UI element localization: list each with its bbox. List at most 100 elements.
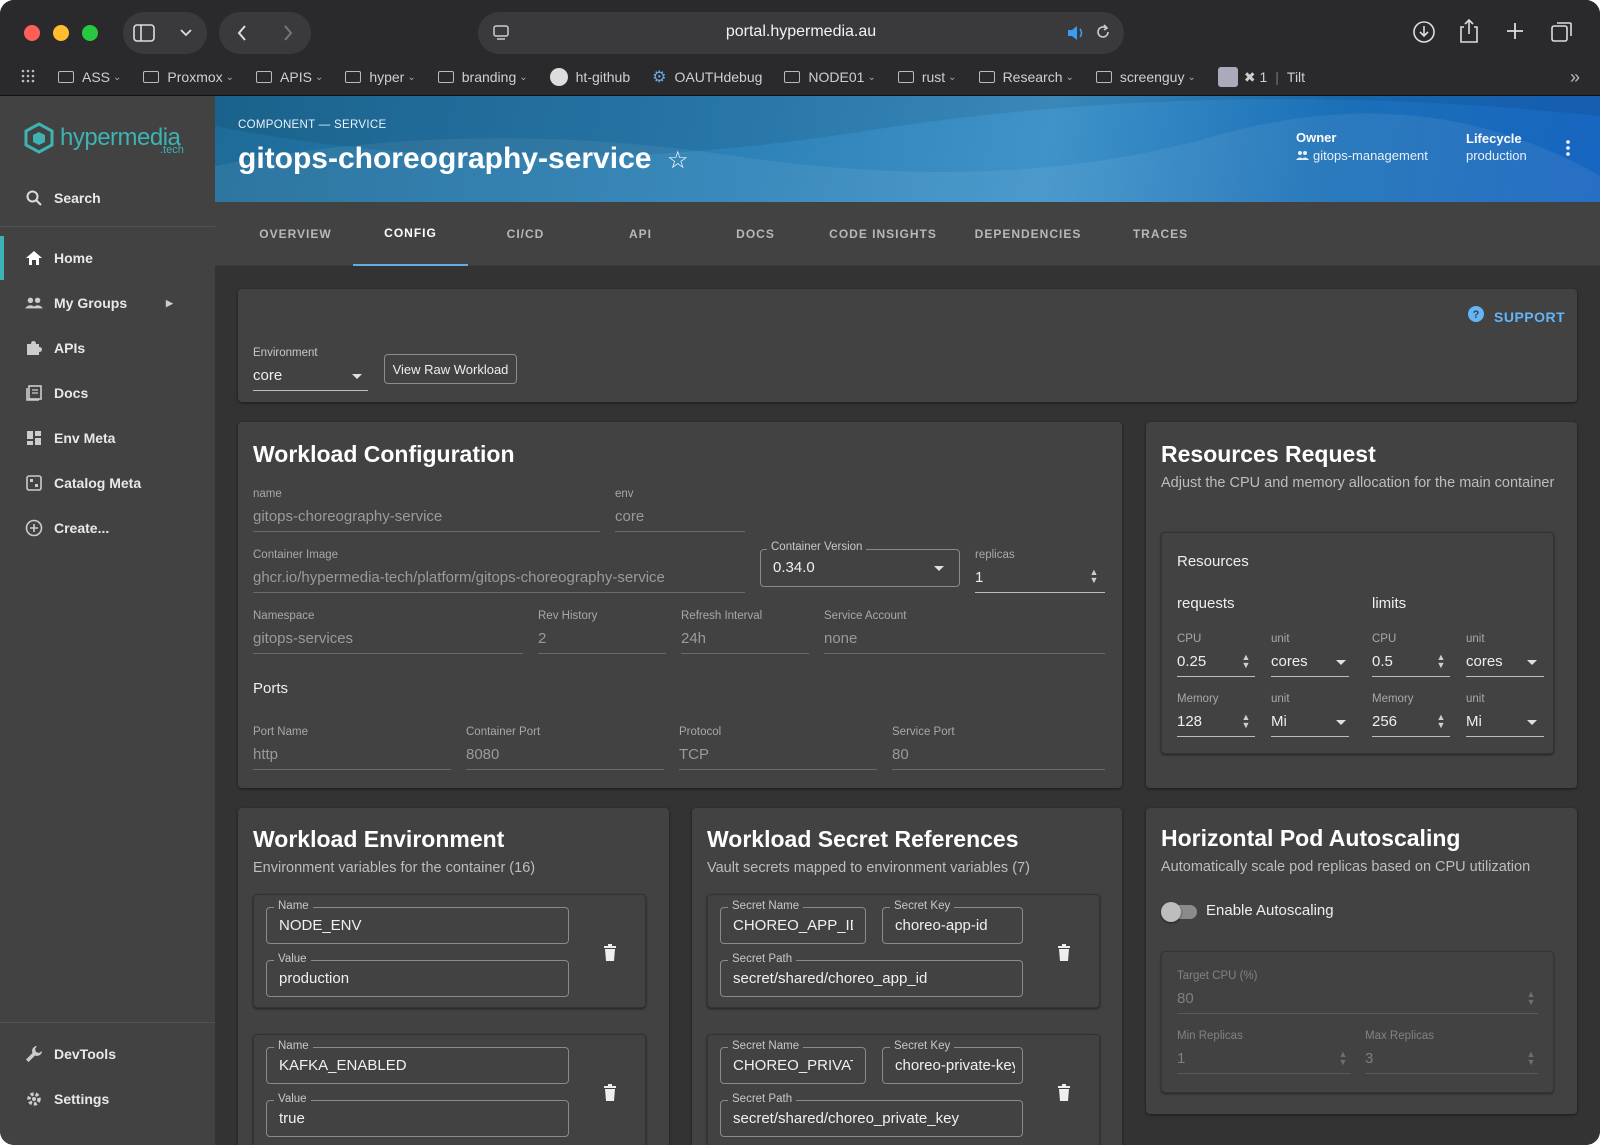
bookmark-oauthdebug[interactable]: ⚙ OAUTHdebug (652, 67, 762, 87)
logo[interactable]: hypermedia .tech (24, 122, 184, 156)
refresh-interval-field[interactable]: 24h (681, 630, 706, 647)
sidebar-item-devtools[interactable]: DevTools (0, 1032, 215, 1076)
stepper-icon[interactable]: ▲ ▼ (1089, 568, 1099, 585)
env-field[interactable]: core (615, 508, 644, 525)
protocol-field[interactable]: TCP (679, 746, 709, 763)
bookmark-screenguy[interactable]: screenguy ⌄ (1095, 69, 1196, 85)
tab-overview-icon[interactable] (1550, 20, 1574, 49)
bookmark-ass[interactable]: ASS ⌄ (58, 69, 121, 85)
bookmark-ht-github[interactable]: ht-github (549, 68, 630, 86)
bookmark-hyper[interactable]: hyper ⌄ (345, 69, 416, 85)
minimize-window-button[interactable] (53, 25, 69, 41)
delete-icon[interactable] (603, 944, 617, 962)
sidebar-item-create[interactable]: Create... (0, 506, 215, 550)
sidebar-item-my-groups[interactable]: My Groups ▶ (0, 281, 215, 325)
container-port-label: Container Port (466, 726, 541, 738)
bookmark-research[interactable]: Research ⌄ (978, 69, 1074, 85)
tab-api[interactable]: API (583, 202, 698, 266)
speaker-icon[interactable] (1066, 24, 1086, 47)
service-account-field[interactable]: none (824, 630, 857, 647)
more-vert-icon[interactable] (1565, 139, 1571, 162)
close-window-button[interactable] (24, 25, 40, 41)
limit-cpu-field[interactable]: 0.5 (1372, 653, 1393, 670)
sidebar-search-label: Search (54, 190, 101, 206)
env-value-field[interactable] (266, 1100, 569, 1137)
star-icon[interactable]: ☆ (667, 146, 689, 175)
apps-grid-icon[interactable] (20, 68, 36, 87)
zoom-window-button[interactable] (82, 25, 98, 41)
service-port-field[interactable]: 80 (892, 746, 909, 763)
port-name-field[interactable]: http (253, 746, 278, 763)
tilt-bookmark-icon[interactable] (1217, 67, 1238, 87)
bookmark-proxmox[interactable]: Proxmox ⌄ (143, 69, 234, 85)
sidebar-item-env-meta[interactable]: Env Meta (0, 416, 215, 460)
field-underline (253, 531, 600, 532)
new-tab-icon[interactable] (1505, 21, 1525, 46)
back-icon[interactable] (224, 15, 260, 51)
rev-history-field[interactable]: 2 (538, 630, 546, 647)
tab-docs[interactable]: DOCS (698, 202, 813, 266)
stepper-icon[interactable]: ▲ ▼ (1436, 713, 1446, 730)
autoscaling-toggle[interactable] (1161, 902, 1197, 922)
field-underline (892, 769, 1105, 770)
limit-memory-unit-select[interactable]: Mi (1466, 713, 1482, 730)
tab-traces[interactable]: TRACES (1103, 202, 1218, 266)
stepper-icon[interactable]: ▲ ▼ (1436, 653, 1446, 670)
tab-config[interactable]: CONFIG (353, 202, 468, 266)
arrow-drop-down-icon (934, 566, 944, 571)
limit-cpu-unit-select[interactable]: cores (1466, 653, 1503, 670)
stepper-icon[interactable]: ▲ ▼ (1241, 653, 1251, 670)
tab-overview[interactable]: OVERVIEW (238, 202, 353, 266)
sidebar-item-settings[interactable]: Settings (0, 1077, 215, 1121)
stepper-icon[interactable]: ▲ ▼ (1526, 990, 1536, 1007)
limit-memory-field[interactable]: 256 (1372, 713, 1397, 730)
namespace-field[interactable]: gitops-services (253, 630, 353, 647)
tab-code-insights[interactable]: CODE INSIGHTS (813, 202, 953, 266)
name-field[interactable]: gitops-choreography-service (253, 508, 442, 525)
bookmark-node01[interactable]: NODE01 ⌄ (784, 69, 876, 85)
target-cpu-field[interactable]: 80 (1177, 990, 1194, 1007)
share-icon[interactable] (1458, 18, 1480, 49)
more-bookmarks-icon[interactable]: » (1570, 67, 1580, 88)
replicas-label: replicas (975, 549, 1015, 561)
bookmark-rust[interactable]: rust ⌄ (897, 69, 957, 85)
view-raw-workload-button[interactable]: View Raw Workload (384, 354, 517, 384)
chevron-down-icon: ⌄ (314, 71, 324, 83)
max-replicas-field[interactable]: 3 (1365, 1050, 1373, 1067)
rev-history-label: Rev History (538, 610, 598, 622)
delete-icon[interactable] (603, 1084, 617, 1102)
bookmark-branding[interactable]: branding ⌄ (437, 69, 528, 85)
delete-icon[interactable] (1057, 1084, 1071, 1102)
request-cpu-field[interactable]: 0.25 (1177, 653, 1206, 670)
sidebar-item-home[interactable]: Home (0, 236, 215, 280)
downloads-icon[interactable] (1412, 20, 1436, 49)
sidebar-item-apis[interactable]: APIs (0, 326, 215, 370)
request-memory-unit-select[interactable]: Mi (1271, 713, 1287, 730)
replicas-field[interactable]: 1 (975, 569, 983, 586)
request-memory-field[interactable]: 128 (1177, 713, 1202, 730)
sidebar-search[interactable]: Search (0, 176, 215, 220)
bookmark-apis[interactable]: APIS ⌄ (256, 69, 323, 85)
delete-icon[interactable] (1057, 944, 1071, 962)
stepper-icon[interactable]: ▲ ▼ (1338, 1050, 1348, 1067)
reload-icon[interactable] (1094, 23, 1112, 46)
sidebar-item-docs[interactable]: Docs (0, 371, 215, 415)
chevron-down-icon[interactable] (168, 15, 204, 51)
bookmark-tilt[interactable]: Tilt (1287, 69, 1305, 85)
tab-dependencies[interactable]: DEPENDENCIES (953, 202, 1103, 266)
address-bar[interactable]: portal.hypermedia.au (478, 12, 1124, 54)
bookmark-separator: | (1275, 69, 1279, 85)
owner-value-link[interactable]: gitops-management (1296, 148, 1428, 163)
tab-cicd[interactable]: CI/CD (468, 202, 583, 266)
stepper-icon[interactable]: ▲ ▼ (1241, 713, 1251, 730)
support-button[interactable]: ? SUPPORT (1468, 306, 1565, 327)
forward-icon[interactable] (270, 15, 306, 51)
sidebar-item-catalog-meta[interactable]: Catalog Meta (0, 461, 215, 505)
min-replicas-field[interactable]: 1 (1177, 1050, 1185, 1067)
container-port-field[interactable]: 8080 (466, 746, 499, 763)
sidebar: hypermedia .tech Search Home My Groups ▶… (0, 96, 215, 1145)
sidebar-toggle-icon[interactable] (126, 15, 162, 51)
request-cpu-unit-select[interactable]: cores (1271, 653, 1308, 670)
stepper-icon[interactable]: ▲ ▼ (1526, 1050, 1536, 1067)
container-image-field[interactable]: ghcr.io/hypermedia-tech/platform/gitops-… (253, 569, 665, 586)
